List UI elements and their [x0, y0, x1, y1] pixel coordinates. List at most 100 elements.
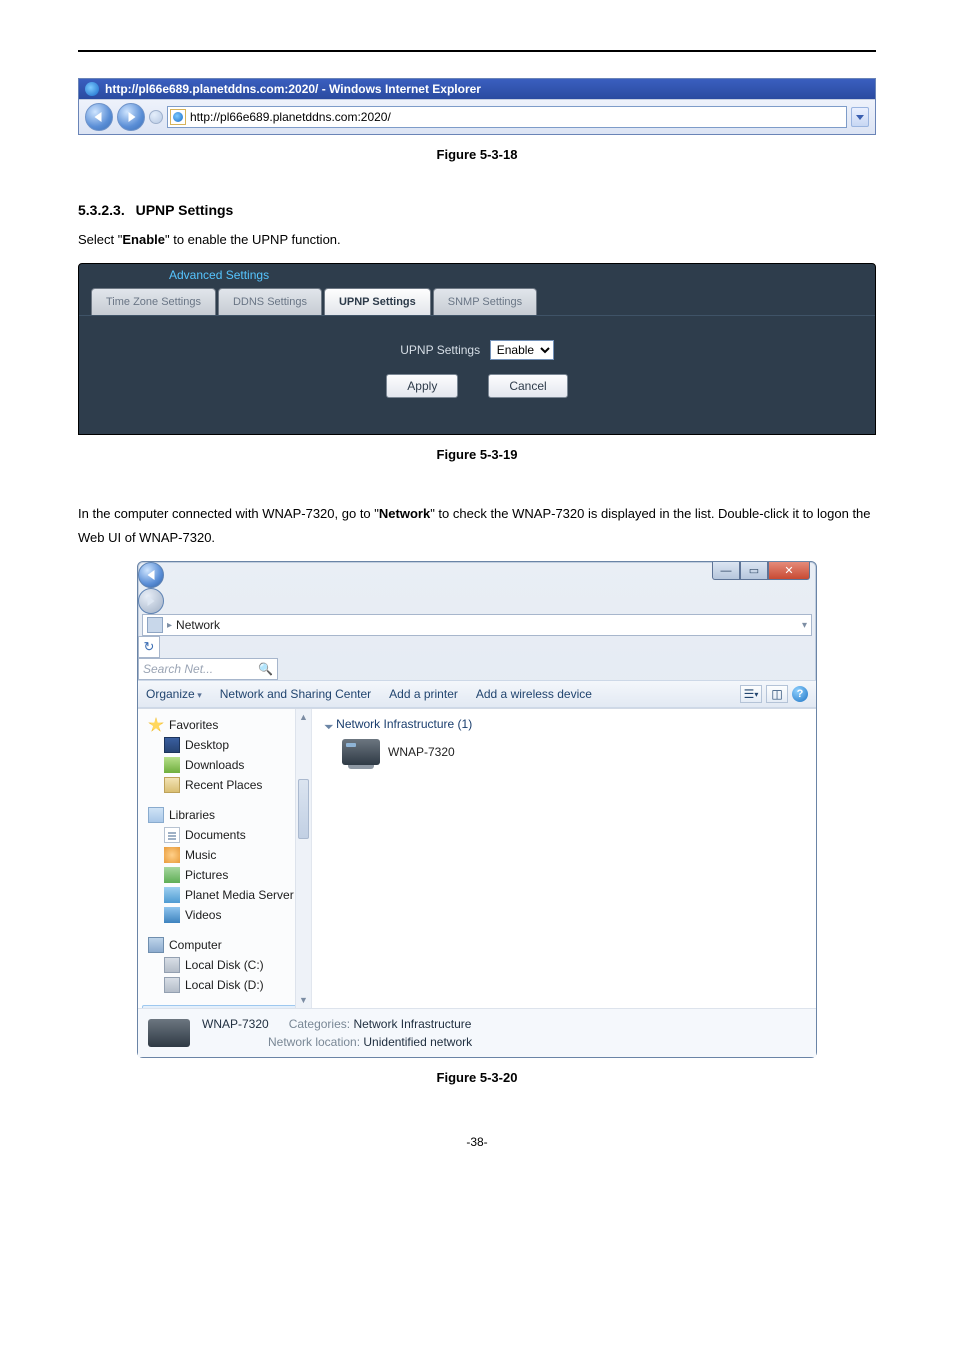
ie-address-dropdown[interactable]: [851, 107, 869, 127]
explorer-sidebar: Favorites Desktop Downloads Recent Place…: [138, 709, 312, 1008]
sidebar-videos[interactable]: Videos: [142, 905, 307, 925]
apply-button[interactable]: Apply: [386, 374, 458, 398]
sidebar-favorites[interactable]: Favorites: [142, 715, 307, 735]
toolbar-organize[interactable]: Organize: [146, 687, 202, 701]
tab-time-zone[interactable]: Time Zone Settings: [91, 288, 216, 315]
sidebar-scrollbar[interactable]: ▲ ▼: [295, 709, 311, 1008]
sidebar-music[interactable]: Music: [142, 845, 307, 865]
network-instruction: In the computer connected with WNAP-7320…: [78, 502, 876, 551]
scroll-up-icon[interactable]: ▲: [296, 709, 311, 725]
figure-caption-5-3-18: Figure 5-3-18: [78, 147, 876, 162]
music-icon: [164, 847, 180, 863]
upnp-enable-select[interactable]: Enable: [490, 340, 554, 360]
page-number: -38-: [78, 1135, 876, 1149]
help-button[interactable]: ?: [792, 686, 808, 702]
toolbar-add-wireless[interactable]: Add a wireless device: [476, 687, 592, 701]
explorer-body: Favorites Desktop Downloads Recent Place…: [138, 708, 816, 1008]
upnp-intro: Select "Enable" to enable the UPNP funct…: [78, 228, 876, 253]
ie-forward-button[interactable]: [117, 103, 145, 131]
details-loc-value: Unidentified network: [363, 1035, 472, 1049]
media-server-icon: [164, 887, 180, 903]
advanced-settings-title: Advanced Settings: [79, 264, 875, 288]
details-loc-label: Network location:: [268, 1035, 360, 1049]
sidebar-libraries[interactable]: Libraries: [142, 805, 307, 825]
explorer-details-pane: WNAP-7320 Categories: Network Infrastruc…: [138, 1008, 816, 1057]
desktop-icon: [164, 737, 180, 753]
ie-window-title: http://pl66e689.planetddns.com:2020/ - W…: [105, 82, 481, 96]
disk-icon: [164, 977, 180, 993]
details-cat-value: Network Infrastructure: [353, 1017, 471, 1031]
ie-address-text: http://pl66e689.planetddns.com:2020/: [190, 110, 391, 124]
tab-upnp[interactable]: UPNP Settings: [324, 288, 431, 315]
advanced-settings-panel: Advanced Settings Time Zone Settings DDN…: [78, 263, 876, 435]
scroll-thumb[interactable]: [298, 779, 309, 839]
details-text: WNAP-7320 Categories: Network Infrastruc…: [202, 1015, 472, 1051]
recent-icon: [164, 777, 180, 793]
breadcrumb-dropdown-icon[interactable]: ▾: [802, 620, 807, 631]
pictures-icon: [164, 867, 180, 883]
router-icon: [342, 739, 380, 765]
ie-window: http://pl66e689.planetddns.com:2020/ - W…: [78, 78, 876, 135]
figure-caption-5-3-19: Figure 5-3-19: [78, 447, 876, 462]
ie-recent-dropdown[interactable]: [149, 110, 163, 124]
breadcrumb-sep-icon: ▸: [167, 620, 172, 631]
explorer-breadcrumb[interactable]: ▸ Network ▾: [142, 614, 812, 636]
sidebar-disk-d[interactable]: Local Disk (D:): [142, 975, 307, 995]
search-placeholder: Search Net...: [143, 662, 213, 676]
sidebar-pictures[interactable]: Pictures: [142, 865, 307, 885]
preview-pane-button[interactable]: ◫: [766, 685, 788, 703]
explorer-back-button[interactable]: [138, 562, 164, 588]
breadcrumb-network: Network: [176, 618, 220, 632]
cancel-button[interactable]: Cancel: [488, 374, 567, 398]
details-router-icon: [148, 1019, 190, 1047]
section-number: 5.3.2.3.: [78, 202, 125, 218]
sidebar-computer[interactable]: Computer: [142, 935, 307, 955]
ie-page-icon: [170, 109, 186, 125]
toolbar-add-printer[interactable]: Add a printer: [389, 687, 458, 701]
tab-ddns[interactable]: DDNS Settings: [218, 288, 322, 315]
sidebar-downloads[interactable]: Downloads: [142, 755, 307, 775]
sidebar-desktop[interactable]: Desktop: [142, 735, 307, 755]
sidebar-documents[interactable]: Documents: [142, 825, 307, 845]
disk-icon: [164, 957, 180, 973]
advanced-settings-tabs: Time Zone Settings DDNS Settings UPNP Se…: [79, 288, 875, 315]
explorer-forward-button[interactable]: [138, 588, 164, 614]
documents-icon: [164, 827, 180, 843]
device-label: WNAP-7320: [388, 745, 455, 759]
upnp-settings-label: UPNP Settings: [400, 343, 480, 357]
downloads-icon: [164, 757, 180, 773]
ie-logo-icon: [85, 82, 99, 96]
header-rule: [78, 50, 876, 52]
videos-icon: [164, 907, 180, 923]
ie-back-button[interactable]: [85, 103, 113, 131]
advanced-settings-body: UPNP Settings Enable Apply Cancel: [79, 315, 875, 408]
window-minimize-button[interactable]: —: [712, 562, 740, 580]
scroll-down-icon[interactable]: ▼: [296, 992, 311, 1008]
ie-toolbar: http://pl66e689.planetddns.com:2020/: [79, 99, 875, 134]
network-icon: [147, 617, 163, 633]
ie-address-bar[interactable]: http://pl66e689.planetddns.com:2020/: [167, 106, 847, 128]
computer-icon: [148, 937, 164, 953]
sidebar-recent-places[interactable]: Recent Places: [142, 775, 307, 795]
tab-snmp[interactable]: SNMP Settings: [433, 288, 537, 315]
window-close-button[interactable]: ✕: [768, 562, 810, 580]
sidebar-planet-media[interactable]: Planet Media Server: [142, 885, 307, 905]
view-buttons: ☰▾ ◫ ?: [740, 685, 808, 703]
explorer-toolbar: Organize Network and Sharing Center Add …: [138, 680, 816, 708]
explorer-search-input[interactable]: Search Net... 🔍: [138, 658, 278, 680]
view-mode-button[interactable]: ☰▾: [740, 685, 762, 703]
window-control-buttons: — ▭ ✕: [712, 562, 810, 580]
sidebar-disk-c[interactable]: Local Disk (C:): [142, 955, 307, 975]
toolbar-network-sharing[interactable]: Network and Sharing Center: [220, 687, 371, 701]
explorer-refresh-button[interactable]: ↻: [138, 636, 160, 658]
window-maximize-button[interactable]: ▭: [740, 562, 768, 580]
star-icon: [148, 717, 164, 733]
explorer-content: Network Infrastructure (1) WNAP-7320: [312, 709, 816, 1008]
content-section-header[interactable]: Network Infrastructure (1): [322, 715, 806, 733]
figure-caption-5-3-20: Figure 5-3-20: [78, 1070, 876, 1085]
section-title: UPNP Settings: [136, 202, 234, 218]
details-name: WNAP-7320: [202, 1017, 269, 1031]
libraries-icon: [148, 807, 164, 823]
sidebar-network[interactable]: Network: [142, 1005, 307, 1008]
device-item-wnap[interactable]: WNAP-7320: [322, 733, 806, 771]
